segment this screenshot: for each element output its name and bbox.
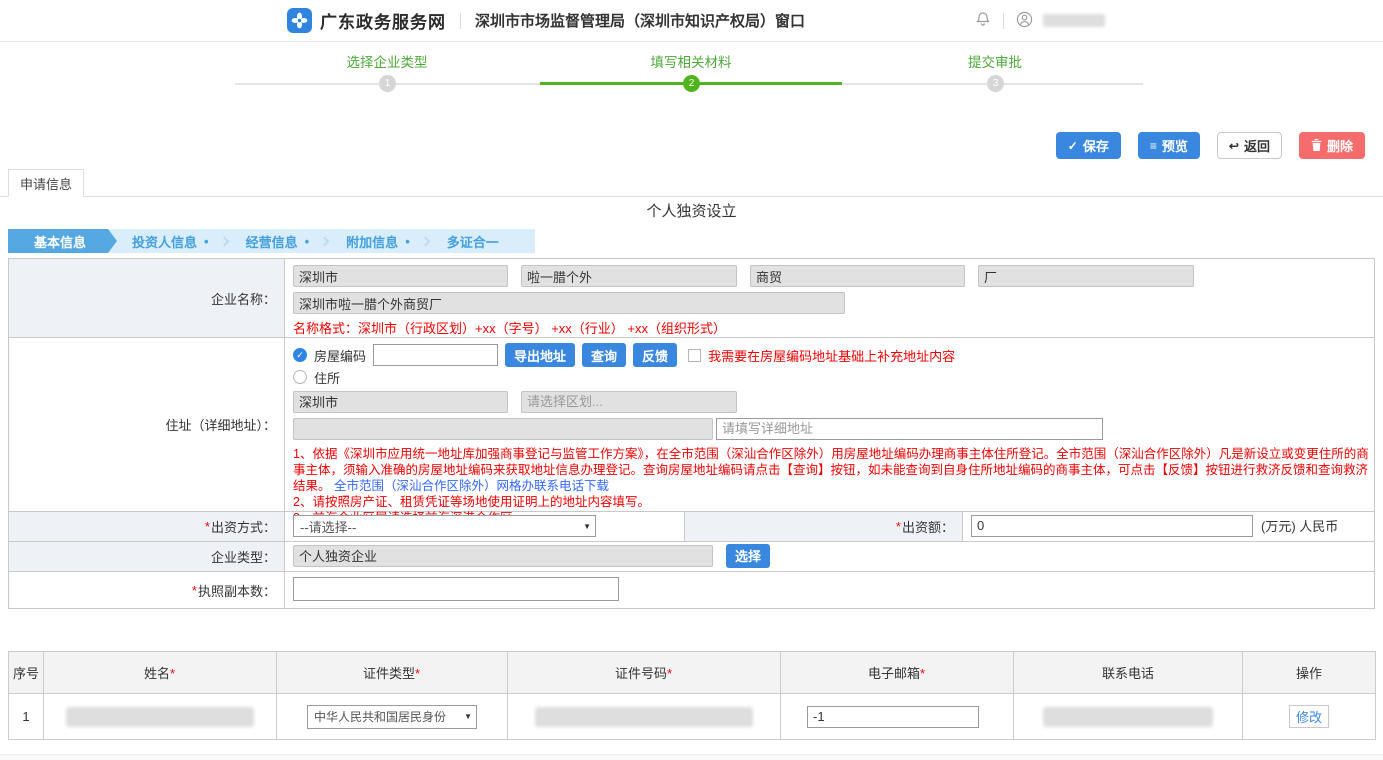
address-detail-input[interactable] bbox=[716, 418, 1103, 440]
user-avatar-icon[interactable] bbox=[1016, 11, 1033, 31]
residence-radio-label: 住所 bbox=[314, 368, 340, 387]
notice-line-2: 2、请按照房产证、租赁凭证等场地使用证明上的地址内容填写。 bbox=[293, 494, 1377, 510]
license-copies-label: *执照副本数： bbox=[9, 572, 284, 608]
step-label-2: 填写相关材料 bbox=[591, 51, 791, 71]
step-dot-1: 1 bbox=[379, 75, 396, 92]
dot-icon: • bbox=[305, 234, 310, 249]
action-toolbar: ✓ 保存 ≡ 预览 ↩ 返回 删除 bbox=[0, 132, 1383, 159]
cert-type-select[interactable]: 中华人民共和国居民身份 ▼ bbox=[307, 705, 477, 729]
modify-link[interactable]: 修改 bbox=[1289, 705, 1329, 728]
company-type-label: 企业类型： bbox=[9, 542, 284, 571]
license-copies-input[interactable] bbox=[293, 577, 619, 601]
back-arrow-icon: ↩ bbox=[1229, 140, 1239, 152]
subtab-extra-info[interactable]: 附加信息• bbox=[336, 229, 420, 253]
save-button[interactable]: ✓ 保存 bbox=[1056, 132, 1121, 159]
col-email: 电子邮箱* bbox=[781, 652, 1014, 694]
wizard-stepper: 选择企业类型 填写相关材料 提交审批 1 2 3 bbox=[0, 42, 1383, 100]
step-dot-3: 3 bbox=[987, 75, 1004, 92]
chevron-right-icon bbox=[219, 236, 229, 246]
investor-table: 序号 姓名* 证件类型* 证件号码* 电子邮箱* 联系电话 操作 1 中华人民共… bbox=[8, 651, 1376, 740]
funding-amount-input[interactable] bbox=[971, 515, 1253, 537]
phone-redacted bbox=[1043, 707, 1213, 727]
chevron-right-icon bbox=[420, 236, 430, 246]
house-code-radio-label: 房屋编码 bbox=[314, 346, 366, 365]
supplement-address-checkbox[interactable] bbox=[688, 349, 701, 362]
dot-icon: • bbox=[204, 234, 209, 249]
section-subtabs: 基本信息 投资人信息• 经营信息• 附加信息• 多证合一 bbox=[8, 229, 535, 253]
page-title: 个人独资设立 bbox=[0, 201, 1383, 223]
company-name-label: 企业名称： bbox=[9, 259, 284, 337]
top-header: 广东政务服务网 深圳市市场监督管理局（深圳市知识产权局）窗口 bbox=[0, 0, 1383, 42]
subtab-business-info[interactable]: 经营信息• bbox=[236, 229, 320, 253]
investor-row: 1 中华人民共和国居民身份 ▼ 修改 bbox=[9, 694, 1376, 740]
preview-button[interactable]: ≡ 预览 bbox=[1138, 132, 1200, 159]
residence-radio[interactable] bbox=[293, 370, 307, 384]
chevron-right-icon bbox=[320, 236, 330, 246]
address-label: 住址（详细地址）： bbox=[9, 338, 284, 511]
step-dot-2: 2 bbox=[683, 75, 700, 92]
dot-icon: • bbox=[405, 234, 410, 249]
username-redacted bbox=[1043, 14, 1105, 27]
header-divider bbox=[1003, 13, 1004, 29]
back-button[interactable]: ↩ 返回 bbox=[1217, 132, 1282, 159]
address-base-input bbox=[293, 418, 713, 440]
cert-no-redacted bbox=[535, 707, 753, 727]
district-select-input bbox=[521, 391, 737, 413]
subtab-basic-info[interactable]: 基本信息 bbox=[8, 229, 108, 253]
name-part-industry-input bbox=[750, 265, 965, 287]
footer-strip bbox=[0, 754, 1383, 760]
radio-check-icon: ✓ bbox=[296, 350, 304, 361]
email-input[interactable] bbox=[807, 706, 979, 728]
office-title: 深圳市市场监督管理局（深圳市知识产权局）窗口 bbox=[475, 10, 805, 31]
select-company-type-button[interactable]: 选择 bbox=[726, 544, 770, 568]
col-phone: 联系电话 bbox=[1014, 652, 1243, 694]
export-address-button[interactable]: 导出地址 bbox=[505, 343, 575, 367]
list-icon: ≡ bbox=[1150, 140, 1157, 152]
brand-title: 广东政务服务网 bbox=[320, 8, 446, 33]
col-cert-type: 证件类型* bbox=[277, 652, 508, 694]
funding-amount-unit: (万元) 人民币 bbox=[1261, 516, 1338, 535]
supplement-address-checkbox-label: 我需要在房屋编码地址基础上补充地址内容 bbox=[708, 346, 955, 365]
investor-table-header-row: 序号 姓名* 证件类型* 证件号码* 电子邮箱* 联系电话 操作 bbox=[9, 652, 1376, 694]
name-part-tradename-input bbox=[521, 265, 737, 287]
dropdown-arrow-icon: ▼ bbox=[583, 522, 591, 531]
trash-icon bbox=[1311, 139, 1322, 153]
name-format-hint: 名称格式：深圳市（行政区划）+xx（字号） +xx（行业） +xx（组织形式） bbox=[293, 318, 1366, 337]
bell-icon[interactable] bbox=[975, 11, 991, 30]
delete-button[interactable]: 删除 bbox=[1299, 132, 1365, 159]
house-code-radio[interactable]: ✓ bbox=[293, 348, 307, 362]
step-label-3: 提交审批 bbox=[895, 51, 1095, 71]
subtab-multi-cert[interactable]: 多证合一 bbox=[437, 229, 509, 253]
brand-logo-icon bbox=[287, 8, 312, 33]
funding-method-select[interactable]: --请选择-- ▼ bbox=[293, 515, 596, 537]
check-icon: ✓ bbox=[1068, 140, 1078, 152]
grid-office-phone-link[interactable]: 全市范围（深汕合作区除外）网格办联系电话下载 bbox=[334, 479, 609, 493]
feedback-button[interactable]: 反馈 bbox=[633, 343, 677, 367]
dropdown-arrow-icon: ▼ bbox=[464, 712, 472, 721]
step-label-1: 选择企业类型 bbox=[287, 51, 487, 71]
col-cert-no: 证件号码* bbox=[508, 652, 781, 694]
col-name: 姓名* bbox=[44, 652, 277, 694]
funding-amount-label: *出资额： bbox=[684, 512, 962, 541]
tab-strip: 申请信息 bbox=[0, 169, 1383, 197]
col-action: 操作 bbox=[1243, 652, 1376, 694]
company-type-input bbox=[293, 545, 713, 567]
name-redacted bbox=[66, 707, 254, 727]
row-index: 1 bbox=[9, 694, 44, 740]
col-index: 序号 bbox=[9, 652, 44, 694]
name-part-region-input bbox=[293, 265, 508, 287]
header-divider bbox=[460, 13, 461, 29]
funding-method-label: *出资方式： bbox=[9, 512, 284, 541]
tab-application-info[interactable]: 申请信息 bbox=[8, 169, 84, 197]
query-button[interactable]: 查询 bbox=[582, 343, 626, 367]
name-part-orgform-input bbox=[978, 265, 1194, 287]
subtab-investor-info[interactable]: 投资人信息• bbox=[122, 229, 219, 253]
address-city-input bbox=[293, 391, 508, 413]
full-company-name-input bbox=[293, 292, 845, 314]
basic-info-form: 企业名称： 名称格式：深圳市（行政区划）+xx（字号） +xx（行业） +xx（… bbox=[8, 258, 1375, 609]
house-code-input[interactable] bbox=[373, 344, 498, 366]
